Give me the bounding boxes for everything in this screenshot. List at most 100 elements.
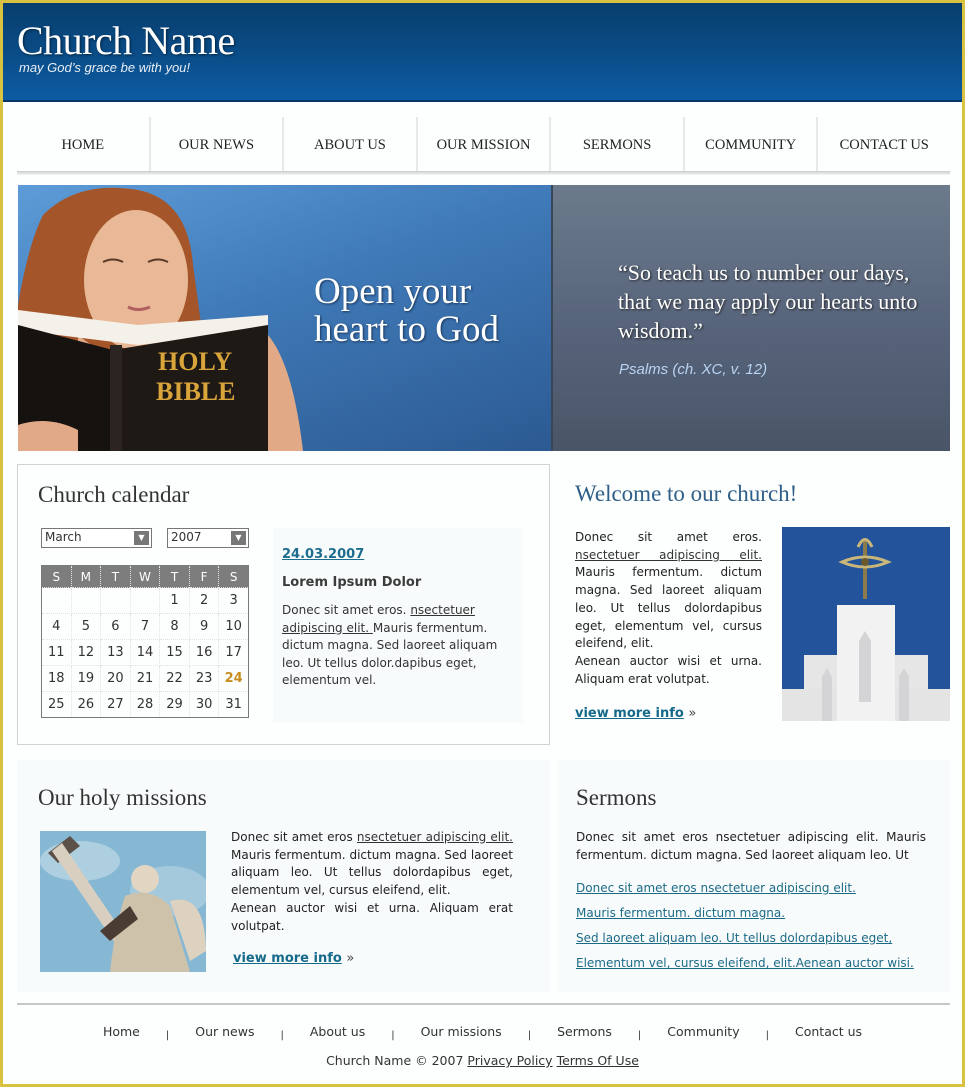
calendar-day[interactable]: 22 — [159, 665, 190, 692]
footer-link-sermons[interactable]: Sermons — [557, 1024, 612, 1039]
footer-divider — [17, 1003, 950, 1005]
nav-item-community[interactable]: COMMUNITY — [685, 117, 819, 173]
year-select[interactable]: 2007 ▼ — [167, 528, 249, 548]
calendar-day[interactable]: 4 — [41, 613, 72, 640]
calendar-day[interactable]: 21 — [129, 665, 161, 692]
weekday-header: T — [100, 565, 131, 588]
calendar-day[interactable]: 15 — [159, 639, 190, 666]
footer-separator: | — [391, 1030, 395, 1041]
event-body: Donec sit amet eros. nsectetuer adipisci… — [282, 602, 502, 690]
calendar-empty-cell — [70, 587, 102, 614]
calendar-empty-cell — [41, 587, 72, 614]
calendar-day[interactable]: 29 — [159, 691, 190, 718]
weekday-header: M — [71, 565, 102, 588]
calendar-day-highlighted[interactable]: 24 — [218, 665, 249, 692]
sermon-link[interactable]: Sed laoreet aliquam leo. Ut tellus dolor… — [576, 931, 914, 956]
footer-separator: | — [280, 1030, 284, 1041]
calendar-day[interactable]: 2 — [188, 587, 220, 614]
footer-link-contact-us[interactable]: Contact us — [795, 1024, 862, 1039]
calendar-day[interactable]: 20 — [100, 665, 131, 692]
calendar-week-row: 25 26 27 28 29 30 31 — [41, 691, 249, 718]
missions-view-more-link[interactable]: view more info » — [233, 951, 354, 966]
missions-body: Donec sit amet eros nsectetuer adipiscin… — [231, 829, 513, 935]
view-more-label: view more info — [575, 706, 684, 721]
calendar-day[interactable]: 19 — [70, 665, 102, 692]
welcome-body-link[interactable]: nsectetuer adipiscing elit. — [575, 548, 762, 562]
terms-of-use-link[interactable]: Terms Of Use — [557, 1053, 639, 1068]
sermon-link[interactable]: Donec sit amet eros nsectetuer adipiscin… — [576, 881, 914, 906]
weekday-header: T — [159, 565, 190, 588]
site-title[interactable]: Church Name — [17, 17, 235, 64]
privacy-policy-link[interactable]: Privacy Policy — [467, 1053, 552, 1068]
missions-body-link[interactable]: nsectetuer adipiscing elit. — [357, 830, 513, 844]
missions-body-para2: Aenean auctor wisi et urna. Aliquam erat… — [231, 900, 513, 933]
month-select-value: March — [45, 530, 82, 544]
sermon-link[interactable]: Elementum vel, cursus eleifend, elit.Aen… — [576, 956, 914, 981]
footer-link-about-us[interactable]: About us — [310, 1024, 365, 1039]
nav-item-home[interactable]: HOME — [17, 117, 151, 173]
calendar-day[interactable]: 12 — [70, 639, 102, 666]
welcome-view-more-link[interactable]: view more info » — [575, 706, 696, 721]
angel-statue-image — [40, 831, 206, 972]
calendar-day[interactable]: 25 — [41, 691, 72, 718]
calendar-day[interactable]: 1 — [159, 587, 190, 614]
calendar-day[interactable]: 8 — [159, 613, 190, 640]
footer-separator: | — [165, 1030, 170, 1041]
welcome-body-text: Donec sit amet eros. — [575, 530, 762, 544]
calendar-day[interactable]: 14 — [129, 639, 161, 666]
calendar-day[interactable]: 30 — [188, 691, 220, 718]
calendar-day[interactable]: 9 — [188, 613, 220, 640]
calendar-day[interactable]: 23 — [188, 665, 220, 692]
hero-banner: HOLY BIBLE Open your heart to God — [18, 185, 551, 451]
calendar-day[interactable]: 16 — [188, 639, 220, 666]
calendar-week-row: 11 12 13 14 15 16 17 — [41, 639, 249, 666]
chevron-down-icon: ▼ — [231, 531, 246, 545]
month-select[interactable]: March ▼ — [41, 528, 152, 548]
page: Church Name may God’s grace be with you!… — [3, 3, 962, 1084]
nav-item-our-news[interactable]: OUR NEWS — [151, 117, 285, 173]
calendar-day[interactable]: 3 — [218, 587, 249, 614]
year-select-value: 2007 — [171, 530, 202, 544]
calendar-week-row: 4 5 6 7 8 9 10 — [41, 613, 249, 640]
weekday-header: F — [189, 565, 220, 588]
event-date-link[interactable]: 24.03.2007 — [282, 547, 364, 562]
calendar-day[interactable]: 31 — [218, 691, 249, 718]
quote-panel: “So teach us to number our days, that we… — [551, 185, 950, 451]
calendar-day[interactable]: 7 — [129, 613, 161, 640]
double-chevron-right-icon: » — [346, 951, 355, 966]
hero-headline: Open your heart to God — [314, 273, 499, 349]
nav-item-contact-us[interactable]: CONTACT US — [818, 117, 950, 173]
calendar-day[interactable]: 5 — [70, 613, 102, 640]
footer-link-community[interactable]: Community — [667, 1024, 739, 1039]
calendar-grid: SMTWTFS 1 2 3 4 5 6 7 8 9 10 11 12 13 14 15 16 17 18 19 20 2… — [41, 565, 249, 718]
sermon-link[interactable]: Mauris fermentum. dictum magna. — [576, 906, 914, 931]
nav-item-about-us[interactable]: ABOUT US — [284, 117, 418, 173]
nav-item-our-mission[interactable]: OUR MISSION — [418, 117, 552, 173]
calendar-day[interactable]: 27 — [100, 691, 131, 718]
calendar-empty-cell — [129, 587, 161, 614]
calendar-day[interactable]: 10 — [218, 613, 249, 640]
welcome-section: Welcome to our church! Donec sit amet er… — [557, 464, 950, 745]
girl-reading-bible-image: HOLY BIBLE — [18, 187, 303, 451]
calendar-heading: Church calendar — [38, 482, 190, 507]
hero-headline-line1: Open your — [314, 271, 472, 312]
calendar-day[interactable]: 17 — [218, 639, 249, 666]
footer-link-home[interactable]: Home — [103, 1024, 140, 1039]
missions-section: Our holy missions Donec sit amet eros ns… — [17, 760, 550, 992]
footer-nav: Home | Our news | About us | Our missions | Serm… — [3, 1024, 962, 1041]
calendar-day[interactable]: 28 — [129, 691, 161, 718]
calendar-day[interactable]: 11 — [41, 639, 72, 666]
nav-item-sermons[interactable]: SERMONS — [551, 117, 685, 173]
calendar-day[interactable]: 6 — [100, 613, 131, 640]
calendar-day[interactable]: 13 — [100, 639, 131, 666]
footer-link-our-missions[interactable]: Our missions — [421, 1024, 502, 1039]
site-header: Church Name may God’s grace be with you! — [3, 3, 962, 102]
sermons-body: Donec sit amet eros nsectetuer adipiscin… — [576, 830, 926, 862]
calendar-day[interactable]: 18 — [41, 665, 72, 692]
calendar-day[interactable]: 26 — [70, 691, 102, 718]
calendar-event: 24.03.2007 Lorem Ipsum Dolor Donec sit a… — [273, 528, 523, 723]
footer-link-our-news[interactable]: Our news — [195, 1024, 254, 1039]
site-tagline: may God’s grace be with you! — [19, 60, 191, 75]
sermons-link-list: Donec sit amet eros nsectetuer adipiscin… — [576, 881, 914, 981]
event-title: Lorem Ipsum Dolor — [282, 575, 422, 590]
